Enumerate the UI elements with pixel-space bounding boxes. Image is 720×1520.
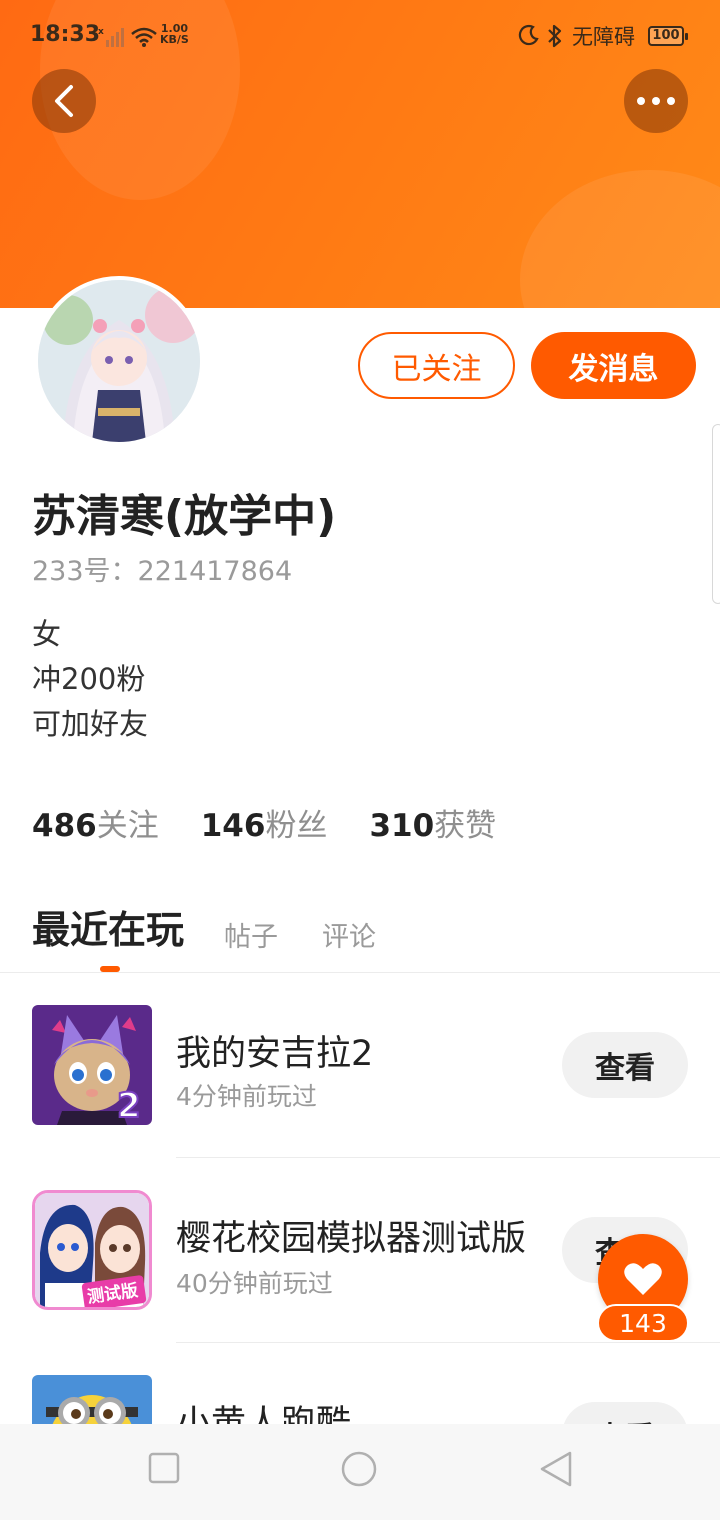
bio-line: 可加好友 [32,707,149,741]
moon-icon [518,24,539,46]
accessibility-text: 无障碍 [572,25,635,49]
game-played-time: 4分钟前玩过 [176,1082,317,1111]
game-played-time: 40分钟前玩过 [176,1269,333,1298]
stat-number: 310 [369,808,435,844]
avatar-illustration [38,280,200,442]
svg-text:2: 2 [117,1086,141,1125]
stat-label: 粉丝 [265,808,328,844]
send-message-button[interactable]: 发消息 [531,332,696,399]
back-button[interactable] [32,69,96,133]
bluetooth-icon [548,24,562,48]
chevron-left-icon [55,85,73,117]
like-count: 143 [597,1304,689,1342]
view-game-button[interactable]: 查看 [562,1032,688,1098]
divider [0,972,720,973]
more-options-button[interactable] [624,69,688,133]
tab-recently-played[interactable]: 最近在玩 [32,902,184,958]
home-button[interactable] [340,1450,378,1488]
username: 苏清寒(放学中) [32,491,337,542]
game-icon-sakura: 测试版 [32,1190,152,1310]
avatar[interactable] [34,276,204,446]
profile-stats: 486关注 146粉丝 310获赞 [32,800,538,845]
back-triangle-button[interactable] [538,1450,574,1488]
stat-following[interactable]: 486关注 [32,800,159,845]
game-title: 我的安吉拉2 [176,1034,374,1074]
stat-label: 获赞 [434,808,497,844]
following-button[interactable]: 已关注 [358,332,515,399]
status-time: 18:33 [30,22,101,47]
user-id: 233号：221417864 [32,556,293,587]
side-panel-handle[interactable] [712,424,720,604]
bio: 女 冲200粉 可加好友 [32,612,148,747]
more-dots-icon [637,97,675,105]
tab-posts[interactable]: 帖子 [224,918,278,958]
stat-label: 关注 [96,808,159,844]
game-item-angela[interactable]: 2 我的安吉拉2 4分钟前玩过 查看 [0,1005,720,1190]
heart-icon [624,1263,662,1295]
status-bar: 18:33 x 1.00 KB/S 无障碍 100 [0,18,720,58]
game-icon-angela: 2 [32,1005,152,1125]
divider [176,1157,720,1158]
stat-number: 486 [32,808,97,844]
game-title: 樱花校园模拟器测试版 [176,1219,527,1259]
svg-text:x: x [98,27,104,37]
stat-number: 146 [200,808,266,844]
recent-apps-button[interactable] [148,1452,180,1484]
battery-icon: 100 [648,26,688,46]
cellular-signal-icon: x [98,27,124,47]
wifi-icon [131,27,157,47]
stat-likes[interactable]: 310获赞 [369,800,496,845]
divider [176,1342,720,1343]
tab-comments[interactable]: 评论 [322,918,376,958]
stat-followers[interactable]: 146粉丝 [201,800,328,845]
system-navigation-bar [0,1424,720,1520]
network-speed: 1.00 KB/S [160,22,189,46]
bio-line: 冲200粉 [32,662,146,696]
bio-line: 女 [32,617,62,651]
profile-tabs: 最近在玩 帖子 评论 [32,898,420,958]
